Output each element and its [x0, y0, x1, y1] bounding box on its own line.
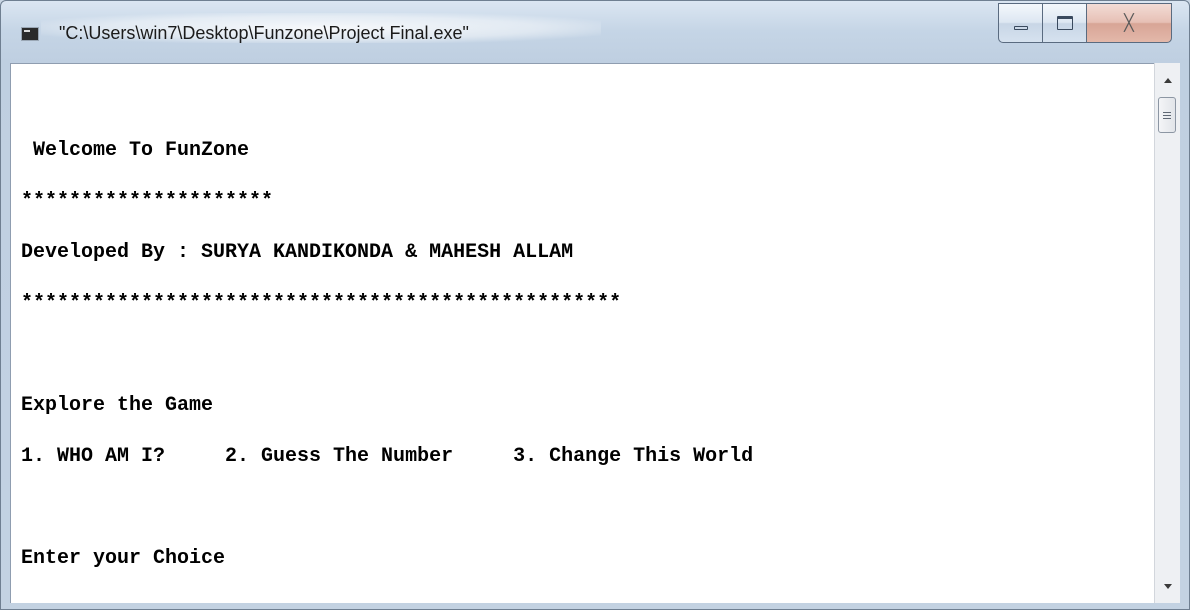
- grip-icon: [1163, 111, 1171, 113]
- console-line-explore: Explore the Game: [21, 394, 214, 417]
- scrollbar-thumb[interactable]: [1158, 97, 1176, 133]
- minimize-button[interactable]: [998, 3, 1042, 43]
- console-line-separator: *********************: [21, 190, 274, 213]
- maximize-button[interactable]: [1042, 3, 1086, 43]
- console-window: "C:\Users\win7\Desktop\Funzone\Project F…: [0, 0, 1190, 610]
- console-line-separator: ****************************************…: [21, 292, 622, 315]
- grip-icon: [1163, 114, 1171, 116]
- title-bar[interactable]: "C:\Users\win7\Desktop\Funzone\Project F…: [1, 1, 1189, 59]
- maximize-icon: [1056, 16, 1073, 30]
- scroll-up-arrow-icon: [1163, 77, 1172, 83]
- window-title: "C:\Users\win7\Desktop\Funzone\Project F…: [59, 23, 469, 43]
- grip-icon: [1163, 117, 1171, 119]
- close-icon: ╳: [1124, 15, 1134, 32]
- scroll-down-button[interactable]: [1155, 575, 1180, 597]
- console-text: Welcome To FunZone *********************…: [21, 108, 753, 601]
- console-line-menu: 1. WHO AM I? 2. Guess The Number 3. Chan…: [21, 445, 754, 468]
- caption-buttons: ╳: [998, 3, 1172, 43]
- console-line-prompt: Enter your Choice: [21, 547, 226, 570]
- console-output-area[interactable]: Welcome To FunZone *********************…: [10, 63, 1154, 603]
- scroll-down-arrow-icon: [1163, 583, 1172, 589]
- vertical-scrollbar[interactable]: [1154, 63, 1180, 603]
- close-button[interactable]: ╳: [1086, 3, 1172, 43]
- console-app-icon[interactable]: [21, 27, 39, 41]
- console-line-welcome: Welcome To FunZone: [21, 139, 250, 162]
- console-line-developers: Developed By : SURYA KANDIKONDA & MAHESH…: [21, 241, 574, 264]
- minimize-icon: [1013, 26, 1028, 30]
- scroll-up-button[interactable]: [1155, 69, 1180, 91]
